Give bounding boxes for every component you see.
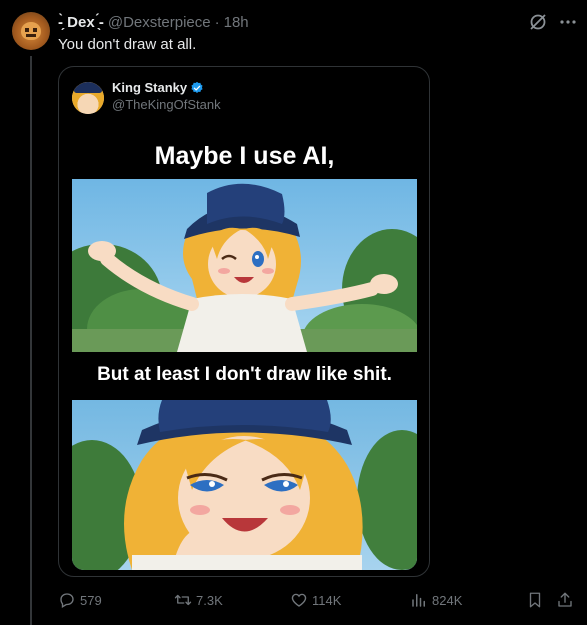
like-count: 114K	[312, 592, 342, 608]
quoted-handle[interactable]: @TheKingOfStank	[112, 97, 221, 112]
grok-icon[interactable]	[528, 12, 548, 32]
heart-icon	[291, 593, 307, 607]
author-display-name[interactable]: -̗̀ Dex ̖́-	[58, 14, 104, 31]
repost-button[interactable]: 7.3K	[174, 588, 223, 612]
share-icon	[558, 592, 572, 607]
quoted-display-name[interactable]: King Stanky	[112, 80, 187, 95]
views-count: 824K	[432, 592, 463, 608]
tweet-actions: 579 7.3K 114K 824K	[58, 588, 578, 612]
header-separator: ·	[214, 13, 220, 31]
tweet[interactable]: -̗̀ Dex ̖́- @Dexsterpiece · 18h You don'…	[0, 0, 587, 625]
repost-count: 7.3K	[196, 592, 223, 608]
views-icon	[412, 594, 425, 607]
tweet-header: -̗̀ Dex ̖́- @Dexsterpiece · 18h	[58, 13, 249, 31]
avatar-mouth	[26, 34, 36, 37]
quoted-name-row: King Stanky	[112, 80, 204, 95]
reply-count: 579	[80, 592, 102, 608]
tweet-text: You don't draw at all.	[58, 36, 197, 53]
reply-button[interactable]: 579	[58, 588, 102, 612]
quoted-avatar-cap	[74, 82, 102, 93]
author-avatar[interactable]	[12, 12, 50, 50]
share-button[interactable]	[556, 588, 578, 612]
author-handle[interactable]: @Dexsterpiece	[108, 14, 211, 31]
avatar-face	[21, 22, 41, 40]
more-icon[interactable]	[558, 12, 578, 32]
quoted-tweet[interactable]: King Stanky @TheKingOfStank Maybe I use …	[58, 66, 430, 577]
like-button[interactable]: 114K	[290, 588, 341, 612]
meme-mid-caption: But at least I don't draw like shit.	[97, 364, 392, 385]
retweet-icon	[174, 594, 192, 606]
meme-panel-shrug	[72, 179, 417, 352]
avatar-eye-right	[33, 28, 37, 32]
thread-line	[30, 56, 32, 625]
views-button[interactable]: 824K	[410, 588, 462, 612]
bookmark-icon	[529, 592, 541, 608]
meme-image[interactable]: Maybe I use AI, But at least I don't dra…	[72, 135, 417, 570]
tweet-timestamp[interactable]: 18h	[224, 14, 249, 31]
quoted-author-avatar[interactable]	[72, 82, 104, 114]
avatar-eye-left	[25, 28, 29, 32]
verified-badge-icon	[191, 81, 203, 93]
meme-top-caption: Maybe I use AI,	[154, 142, 335, 170]
meme-panel-smug	[72, 400, 417, 570]
bookmark-button[interactable]	[526, 588, 548, 612]
reply-icon	[60, 593, 74, 608]
